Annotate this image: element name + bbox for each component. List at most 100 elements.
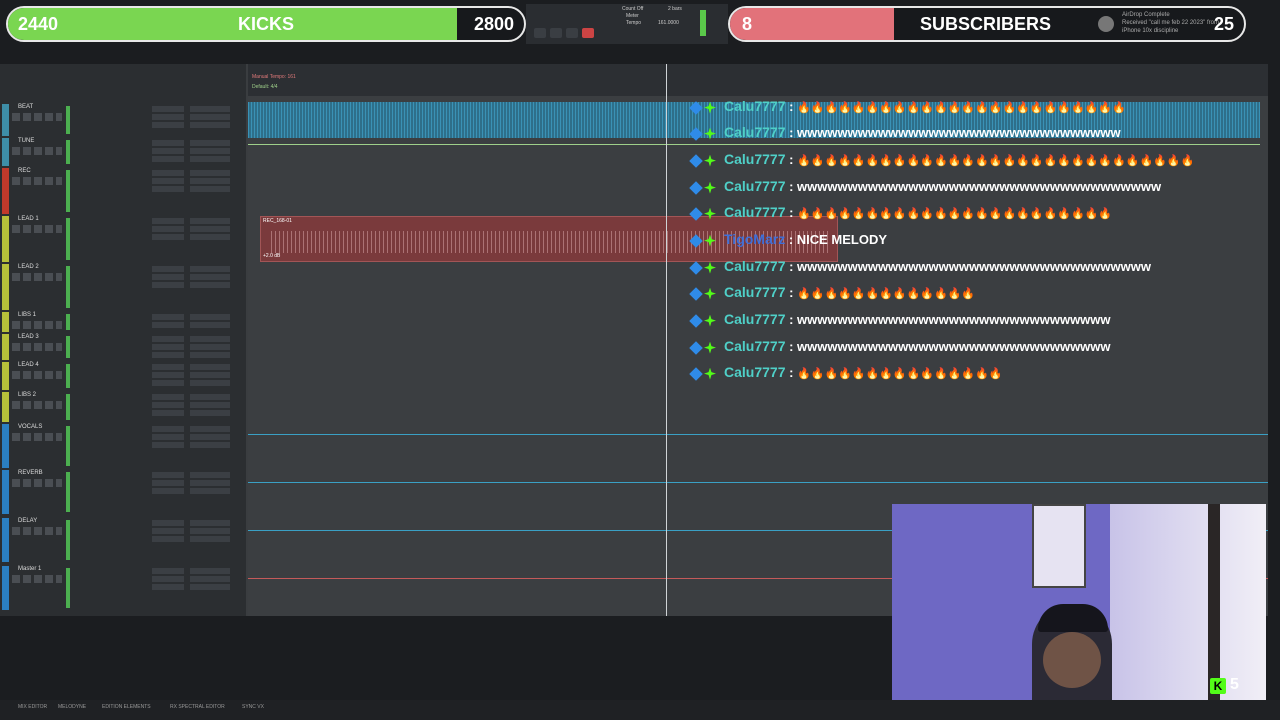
track-level-meter [66,426,70,466]
track-inserts[interactable] [152,426,184,450]
track-buttons[interactable] [12,371,62,379]
track-name[interactable]: LIBS 2 [18,392,36,398]
bottom-bar-item[interactable]: RX SPECTRAL EDITOR [170,704,225,710]
track-io[interactable] [190,472,230,496]
track-row[interactable]: BEAT [0,104,246,136]
track-inserts[interactable] [152,568,184,592]
track-inserts[interactable] [152,520,184,544]
track-inserts[interactable] [152,266,184,290]
track-name[interactable]: DELAY [18,518,37,524]
track-row[interactable]: VOCALS [0,424,246,468]
count-off-bars: 2 bars [668,6,682,12]
track-row[interactable]: LIBS 2 [0,392,246,422]
track-row[interactable]: LEAD 3 [0,334,246,360]
chat-username[interactable]: Calu7777 [724,98,785,114]
track-name[interactable]: LEAD 2 [18,264,39,270]
bottom-bar-item[interactable]: MELODYNE [58,704,86,710]
track-io[interactable] [190,170,230,194]
count-off-label: Count Off [622,6,644,12]
chat-username[interactable]: Calu7777 [724,124,785,140]
track-buttons[interactable] [12,343,62,351]
track-io[interactable] [190,336,230,358]
track-name[interactable]: LEAD 4 [18,362,39,368]
chat-separator: : [785,179,798,194]
track-row[interactable]: LEAD 2 [0,264,246,310]
play-button[interactable] [566,28,578,38]
track-name[interactable]: LEAD 1 [18,216,39,222]
track-row[interactable]: REC [0,168,246,214]
track-io[interactable] [190,520,230,544]
level-meter [700,10,706,36]
track-buttons[interactable] [12,147,62,155]
track-inserts[interactable] [152,218,184,242]
chat-username[interactable]: Calu7777 [724,204,785,220]
track-name[interactable]: LEAD 3 [18,334,39,340]
track-row[interactable]: TUNE [0,138,246,166]
track-buttons[interactable] [12,113,62,121]
chat-text: 🔥🔥🔥🔥🔥🔥🔥🔥🔥🔥🔥🔥🔥🔥🔥 [797,368,1003,380]
track-row[interactable]: LEAD 1 [0,216,246,262]
stop-button[interactable] [550,28,562,38]
track-io[interactable] [190,106,230,130]
track-io[interactable] [190,140,230,164]
chat-username[interactable]: Calu7777 [724,258,785,274]
chat-username[interactable]: Calu7777 [724,178,785,194]
track-name[interactable]: REC [18,168,31,174]
subscribers-label: SUBSCRIBERS [920,14,1052,34]
track-inserts[interactable] [152,140,184,164]
bottom-bar-item[interactable]: MIX EDITOR [18,704,47,710]
record-button[interactable] [582,28,594,38]
timeline-ruler[interactable]: Manual Tempo: 161 Default: 4/4 [248,64,1268,96]
track-name[interactable]: Master 1 [18,566,41,572]
chat-username[interactable]: TigoMarz [724,231,785,247]
track-inserts[interactable] [152,364,184,388]
track-inserts[interactable] [152,336,184,358]
chat-username[interactable]: Calu7777 [724,364,785,380]
chat-username[interactable]: Calu7777 [724,284,785,300]
subscribers-progress-fill [730,8,895,40]
track-name[interactable]: LIBS 1 [18,312,36,318]
track-name[interactable]: BEAT [18,104,33,110]
track-row[interactable]: REVERB [0,470,246,514]
track-buttons[interactable] [12,527,62,535]
track-inserts[interactable] [152,170,184,194]
track-buttons[interactable] [12,273,62,281]
track-buttons[interactable] [12,575,62,583]
track-row[interactable]: DELAY [0,518,246,562]
track-io[interactable] [190,218,230,242]
track-color-strip [2,264,9,310]
track-name[interactable]: REVERB [18,470,43,476]
track-io[interactable] [190,314,230,330]
track-buttons[interactable] [12,321,62,329]
track-level-meter [66,218,70,260]
track-inserts[interactable] [152,106,184,130]
chat-text: 🔥🔥🔥🔥🔥🔥🔥🔥🔥🔥🔥🔥🔥🔥🔥🔥🔥🔥🔥🔥🔥🔥🔥 [797,208,1113,220]
rewind-button[interactable] [534,28,546,38]
track-io[interactable] [190,426,230,450]
track-inserts[interactable] [152,394,184,418]
track-row[interactable]: Master 1 [0,566,246,610]
track-name[interactable]: VOCALS [18,424,42,430]
track-name[interactable]: TUNE [18,138,34,144]
track-color-strip [2,104,9,136]
bottom-bar-item[interactable]: EDITION ELEMENTS [102,704,151,710]
track-buttons[interactable] [12,177,62,185]
chat-username[interactable]: Calu7777 [724,338,785,354]
track-buttons[interactable] [12,401,62,409]
bottom-bar-item[interactable]: SYNC VX [242,704,264,710]
track-row[interactable]: LIBS 1 [0,312,246,332]
track-io[interactable] [190,394,230,418]
track-io[interactable] [190,364,230,388]
chat-username[interactable]: Calu7777 [724,311,785,327]
track-buttons[interactable] [12,433,62,441]
track-inserts[interactable] [152,472,184,496]
track-row[interactable]: LEAD 4 [0,362,246,390]
track-inserts[interactable] [152,314,184,330]
track-io[interactable] [190,568,230,592]
track-io[interactable] [190,266,230,290]
playhead-cursor[interactable] [666,64,667,616]
track-buttons[interactable] [12,225,62,233]
verified-badge-icon [689,126,703,141]
chat-username[interactable]: Calu7777 [724,151,785,167]
track-buttons[interactable] [12,479,62,487]
